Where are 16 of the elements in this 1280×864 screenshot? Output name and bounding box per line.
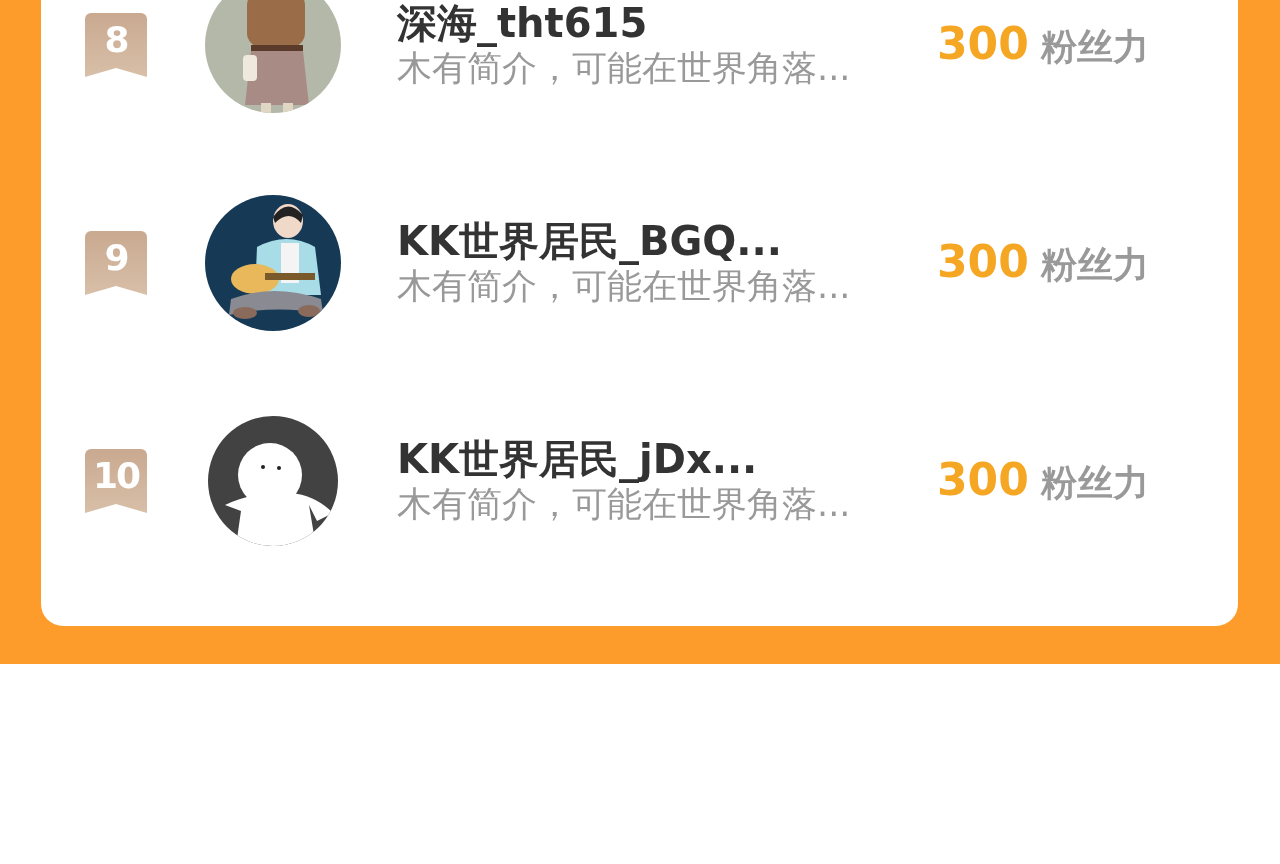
user-bio: 木有简介，可能在世界角落... — [397, 483, 852, 527]
user-bio: 木有简介，可能在世界角落... — [397, 265, 852, 309]
rank-badge: 10 — [85, 449, 147, 513]
fan-score: 300 — [937, 18, 1029, 69]
user-bio: 木有简介，可能在世界角落... — [397, 47, 852, 91]
rank-badge: 9 — [85, 231, 147, 295]
default-avatar-icon — [205, 413, 341, 549]
fan-score: 300 — [937, 236, 1029, 287]
fan-score: 300 — [937, 454, 1029, 505]
user-name: 深海_tht615 — [397, 0, 649, 48]
user-name: KK世界居民_jDx... — [397, 435, 759, 484]
fan-score-unit: 粉丝力 — [1040, 461, 1149, 505]
rank-badge: 8 — [85, 13, 147, 77]
fan-score-unit: 粉丝力 — [1040, 243, 1149, 287]
user-name: KK世界居民_BGQ... — [397, 217, 783, 266]
fan-score-unit: 粉丝力 — [1040, 25, 1149, 69]
